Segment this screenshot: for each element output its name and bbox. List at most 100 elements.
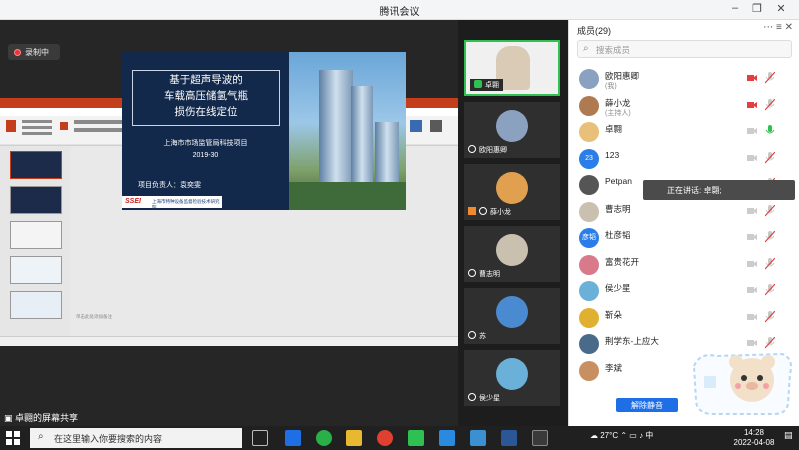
slide-thumbnail[interactable] — [10, 291, 62, 319]
more-options-icon[interactable]: ⋯ — [763, 22, 773, 33]
windows-start-icon[interactable] — [6, 431, 20, 445]
app-icon[interactable] — [377, 430, 393, 446]
ime-indicator[interactable]: 中 — [645, 431, 653, 440]
member-row[interactable]: 曹志明 — [569, 199, 799, 225]
building-photo — [289, 52, 406, 210]
mic-muted-icon[interactable] — [765, 257, 775, 270]
mic-active-icon[interactable] — [765, 125, 775, 137]
slide-thumbnail[interactable] — [10, 221, 62, 249]
weather-icon[interactable]: ☁ — [590, 431, 600, 440]
camera-icon[interactable] — [747, 260, 757, 268]
camera-icon[interactable] — [747, 74, 757, 82]
participant-avatar — [496, 358, 528, 390]
video-tile[interactable]: 曹志明 — [464, 226, 560, 282]
video-tile[interactable]: 苏 — [464, 288, 560, 344]
member-role: (我) — [605, 83, 617, 90]
file-explorer-icon[interactable] — [346, 430, 362, 446]
camera-icon[interactable] — [747, 101, 757, 109]
notification-icon[interactable]: ▤ — [784, 430, 793, 441]
minimize-icon[interactable]: – — [726, 2, 744, 14]
search-icon: ⌕ — [38, 431, 44, 442]
mic-muted-icon[interactable] — [765, 231, 775, 243]
notes-pane[interactable]: 单击此处添加备注 — [70, 312, 458, 322]
mic-muted-icon[interactable] — [765, 204, 775, 217]
search-placeholder: 搜索成员 — [596, 45, 631, 55]
mic-muted-icon[interactable] — [765, 284, 775, 296]
member-row[interactable]: 23 123 — [569, 146, 799, 172]
slide-thumbnail[interactable] — [10, 186, 62, 214]
member-row[interactable]: 靳朵 — [569, 305, 799, 331]
recording-indicator[interactable]: 录制中 — [8, 44, 60, 60]
close-panel-icon[interactable]: ✕ — [785, 22, 793, 33]
weather-text: 27°C — [600, 431, 619, 440]
mic-muted-icon[interactable] — [765, 310, 775, 323]
close-icon[interactable]: ✕ — [772, 2, 790, 15]
video-tile[interactable]: 欧阳惠卿 — [464, 102, 560, 158]
member-row[interactable]: 欧阳惠卿 (我) — [569, 66, 799, 92]
taskbar-search-input[interactable]: ⌕ 在这里输入你要搜索的内容 — [30, 428, 242, 448]
camera-icon[interactable] — [747, 127, 757, 135]
video-tile-name: 欧阳惠卿 — [468, 145, 507, 155]
member-avatar: 彦韬 — [579, 228, 599, 248]
member-search-input[interactable]: ⌕ 搜索成员 — [577, 40, 792, 58]
task-view-icon[interactable] — [252, 430, 268, 446]
maximize-icon[interactable]: ❐ — [748, 2, 766, 15]
participant-avatar — [496, 172, 528, 204]
mic-muted-icon — [468, 393, 476, 401]
member-avatar — [579, 95, 599, 116]
member-avatar — [579, 69, 599, 89]
camera-icon[interactable] — [747, 286, 757, 294]
speaking-indicator: 正在讲话: 卓翾; — [643, 180, 795, 200]
member-avatar — [579, 281, 599, 301]
taskbar-clock[interactable]: 14:28 2022-04-08 — [730, 428, 778, 448]
member-name: 荆学东-上应大 — [605, 336, 659, 346]
slide-thumbnail[interactable] — [10, 256, 62, 284]
unmute-all-button[interactable]: 解除静音 — [616, 398, 678, 412]
menu-icon[interactable]: ≡ — [776, 22, 782, 33]
member-row[interactable]: 卓翾 — [569, 119, 799, 145]
video-tile-name: 薛小龙 — [468, 207, 511, 217]
slide-thumbnail[interactable] — [10, 151, 62, 179]
slide-title-line: 损伤在线定位 — [174, 106, 238, 118]
member-name: 富贵花开 — [605, 256, 640, 267]
app-icon[interactable] — [439, 430, 455, 446]
member-name: Petpan — [605, 176, 632, 186]
tray-chevron-icon[interactable]: ⌃ — [620, 431, 629, 440]
camera-icon[interactable] — [747, 313, 757, 321]
member-row[interactable]: 侯少星 — [569, 278, 799, 304]
mic-muted-icon[interactable] — [765, 151, 775, 164]
word-icon[interactable] — [501, 430, 517, 446]
taskbar-search-placeholder: 在这里输入你要搜索的内容 — [54, 434, 163, 444]
network-icon[interactable]: ▭ — [629, 431, 639, 440]
photos-icon[interactable] — [470, 430, 486, 446]
member-avatar — [579, 122, 599, 142]
tencent-meeting-icon[interactable] — [285, 430, 301, 446]
mic-muted-icon — [468, 269, 476, 277]
member-role: (主持人) — [605, 109, 631, 117]
video-tile[interactable]: 薛小龙 — [464, 164, 560, 220]
browser-icon[interactable] — [316, 430, 332, 446]
member-row[interactable]: 薛小龙 (主持人) — [569, 93, 799, 119]
member-row[interactable]: 彦韬 杜彦韬 — [569, 225, 799, 251]
panel-tools: ⋯ ≡ ✕ — [763, 22, 793, 33]
video-tile-active[interactable]: 卓翾 — [464, 40, 560, 96]
slide-organization: 上海市市场监管局科技项目 — [163, 140, 248, 147]
camera-icon[interactable] — [747, 154, 757, 162]
slide-title-line: 基于超声导波的 — [169, 74, 243, 86]
app-icon[interactable] — [532, 430, 548, 446]
slide-thumbnails-pane[interactable] — [0, 146, 70, 336]
share-screen-icon: ▣ — [4, 413, 16, 423]
current-slide: 基于超声导波的 车载高压储氢气瓶 损伤在线定位 上海市市场监管局科技项目 201… — [122, 52, 406, 210]
member-avatar — [579, 201, 599, 222]
clock-date: 2022-04-08 — [733, 438, 775, 447]
member-row[interactable]: 富贵花开 — [569, 252, 799, 278]
video-column: 卓翾 欧阳惠卿 薛小龙 曹志明 苏 侯少星 — [458, 20, 568, 426]
system-tray: ☁ 27°C ⌃ ▭ ♪ 中 — [590, 430, 653, 441]
mic-muted-icon[interactable] — [765, 72, 775, 84]
camera-icon[interactable] — [747, 207, 757, 215]
mic-muted-icon[interactable] — [765, 98, 775, 111]
wechat-icon[interactable] — [408, 430, 424, 446]
camera-icon[interactable] — [747, 233, 757, 241]
video-tile[interactable]: 侯少星 — [464, 350, 560, 406]
screen-share-label[interactable]: ▣ 卓翾的屏幕共享 — [0, 408, 458, 426]
